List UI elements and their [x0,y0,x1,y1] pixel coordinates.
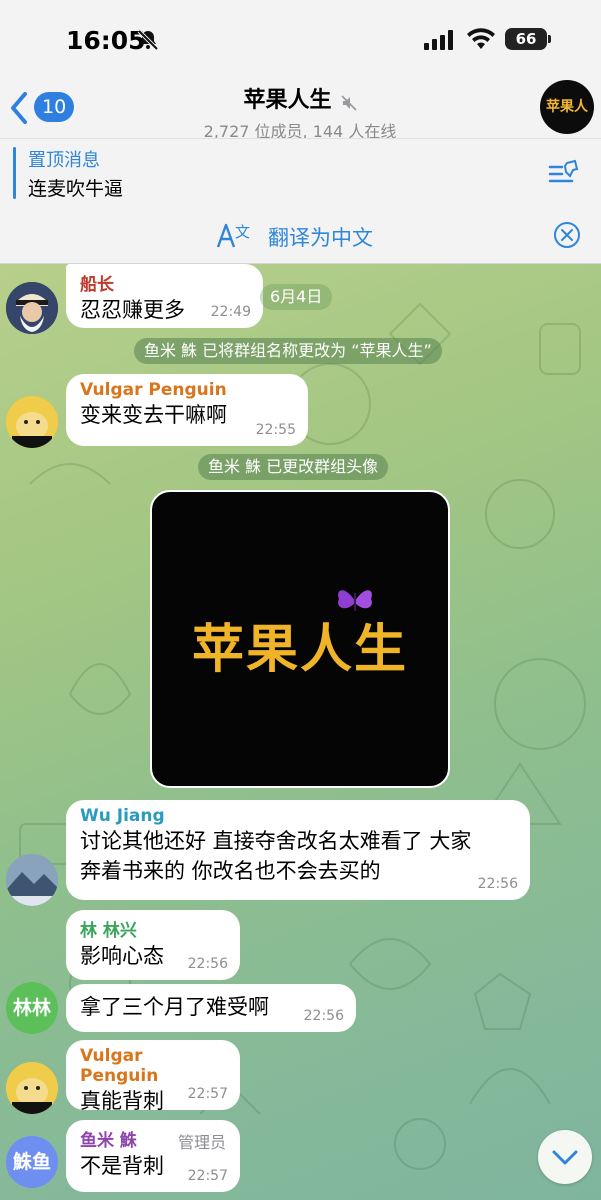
message-text-line: 讨论其他还好 直接夺舍改名太难看了 大家 [80,829,472,853]
message-bubble[interactable]: Vulgar Penguin 真能背刺 22:57 [66,1040,240,1113]
chevron-down-icon [552,1150,578,1165]
message-bubble[interactable]: 林 林兴 影响心态 22:56 [66,910,240,980]
captain-avatar-image [6,282,58,334]
avatar-yumi[interactable]: 鮢鱼 [6,1136,58,1188]
scroll-to-bottom-button[interactable] [538,1130,592,1184]
sender-name[interactable]: 林 林兴 [80,916,226,941]
service-message: 鱼米 鮢 已将群组名称更改为 “苹果人生” [134,338,442,364]
bell-muted-icon [137,29,159,51]
sender-name[interactable]: Vulgar Penguin [80,380,294,400]
chevron-left-icon [11,92,27,124]
group-photo-image[interactable]: 苹果人生 [150,490,450,788]
group-avatar[interactable]: 苹果人生 [540,80,594,169]
status-time: 16:05 [66,26,146,55]
battery-tip [548,35,551,43]
pinned-message-bar[interactable]: 置顶消息 连麦吹牛逼 [0,138,601,210]
back-button[interactable]: 10 [10,88,80,128]
avatar-wu-jiang[interactable] [6,854,58,906]
battery-indicator: 66 [505,28,547,50]
pinned-indicator [13,147,16,199]
sender-name[interactable]: 船长 [80,270,249,295]
message-bubble[interactable]: 船长 忍忍赚更多 22:49 [66,264,263,328]
chat-area[interactable]: 船长 忍忍赚更多 22:49 6月4日 鱼米 鮢 已将群组名称更改为 “苹果人生… [0,264,601,1200]
message-time: 22:56 [303,1008,344,1024]
pinned-label: 置顶消息 [28,150,100,171]
message-time: 22:55 [255,422,296,438]
avatar-vulgar-penguin[interactable] [6,396,58,448]
chat-title: 苹果人生 [243,88,332,113]
muted-speaker-icon [340,94,357,111]
message-bubble[interactable]: 鱼米 鮢 管理员 不是背刺 22:57 [66,1120,240,1192]
avatar-captain[interactable] [6,282,58,334]
message-text-line: 奔着书来的 你改名也不会去买的 [80,859,381,883]
sender-name[interactable]: Wu Jiang [80,806,516,826]
translate-icon: 文 [216,223,250,248]
message-bubble[interactable]: 拿了三个月了难受啊 22:56 [66,984,356,1032]
image-caption-text: 苹果人生 [191,620,408,680]
svg-text:文: 文 [235,223,250,241]
message-time: 22:49 [210,304,251,320]
sender-name[interactable]: Vulgar Penguin [80,1046,226,1086]
translate-label: 翻译为中文 [268,226,373,250]
date-chip: 6月4日 [260,284,333,310]
mountain-avatar-image [6,854,58,906]
close-translate-icon[interactable] [553,221,581,249]
chat-title-area[interactable]: 苹果人生 2,727 位成员, 144 人在线 [150,82,450,142]
message-time: 22:56 [477,876,518,892]
message-bubble[interactable]: Wu Jiang 讨论其他还好 直接夺舍改名太难看了 大家 奔着书来的 你改名也… [66,800,530,900]
status-bar: 16:05 66 [0,0,601,78]
message-time: 22:57 [187,1086,228,1102]
doge-avatar-image [6,396,58,448]
avatar-vulgar-penguin[interactable] [6,1062,58,1114]
admin-role-label: 管理员 [177,1133,226,1152]
message-bubble[interactable]: Vulgar Penguin 变来变去干嘛啊 22:55 [66,374,308,446]
pinned-list-icon[interactable] [548,159,582,189]
service-message: 鱼米 鮢 已更改群组头像 [198,454,389,480]
unread-count-badge: 10 [34,92,75,122]
message-time: 22:56 [187,956,228,972]
doge-avatar-image [6,1062,58,1114]
translate-bar[interactable]: 文 翻译为中文 [0,209,601,264]
wifi-icon [467,28,495,49]
chat-header: 10 苹果人生 2,727 位成员, 144 人在线 苹果人生 [0,78,601,169]
cellular-signal-icon [424,30,453,50]
message-time: 22:57 [187,1168,228,1184]
butterfly-icon [338,590,372,611]
avatar-lin-linxing[interactable]: 林林 [6,982,58,1034]
pinned-text: 连麦吹牛逼 [28,178,124,200]
